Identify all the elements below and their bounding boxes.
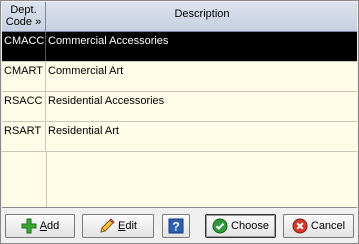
department-picker-window: Dept. Code » Description CMACC Commercia… [0, 0, 359, 244]
column-header-dept-code-line1: Dept. [10, 4, 37, 16]
column-header-dept-code-line2: Code » [5, 16, 42, 28]
cell-dept-code: RSART [2, 122, 46, 151]
cell-dept-code: CMACC [2, 32, 46, 61]
edit-button-label: Edit [118, 220, 137, 232]
help-icon: ? [168, 218, 184, 234]
edit-button[interactable]: Edit [82, 214, 154, 238]
cell-description: Commercial Art [48, 65, 124, 77]
column-divider [46, 152, 47, 207]
grid-header: Dept. Code » Description [2, 2, 357, 32]
pencil-icon [99, 218, 115, 234]
add-button[interactable]: Add [5, 214, 75, 238]
choose-button[interactable]: Choose [205, 214, 276, 238]
department-grid: Dept. Code » Description CMACC Commercia… [2, 2, 357, 208]
table-row-rsacc[interactable]: RSACC Residential Accessories [2, 92, 357, 122]
grid-rows: CMACC Commercial Accessories CMART Comme… [2, 32, 357, 152]
column-header-description[interactable]: Description [47, 2, 357, 29]
cancel-button-label: Cancel [310, 220, 346, 232]
help-glyph: ? [172, 220, 179, 234]
table-row-cmart[interactable]: CMART Commercial Art [2, 62, 357, 92]
cancel-button[interactable]: Cancel [283, 214, 354, 238]
choose-button-label: Choose [231, 220, 269, 232]
cell-description: Residential Accessories [48, 95, 165, 107]
plus-icon [21, 218, 37, 234]
button-bar: Add Edit ? Choose Cancel [2, 208, 357, 243]
cell-dept-code: CMART [2, 62, 46, 91]
check-circle-icon [212, 218, 228, 234]
table-row-rsart[interactable]: RSART Residential Art [2, 122, 357, 152]
table-row-cmacc[interactable]: CMACC Commercial Accessories [2, 32, 357, 62]
help-button[interactable]: ? [162, 214, 190, 238]
x-circle-icon [292, 218, 308, 234]
cell-description: Residential Art [48, 125, 119, 137]
cell-description: Commercial Accessories [48, 35, 169, 47]
add-button-label: Add [39, 220, 60, 232]
cell-dept-code: RSACC [2, 92, 46, 121]
column-header-dept-code[interactable]: Dept. Code » [2, 2, 46, 31]
